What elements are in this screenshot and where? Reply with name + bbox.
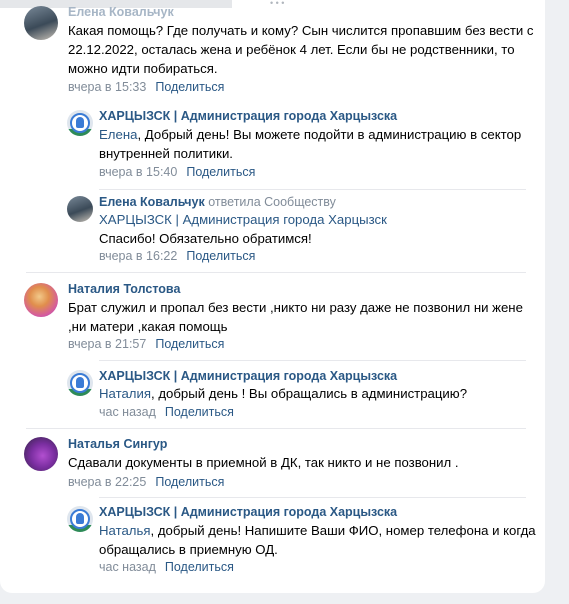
reply-mention-line: ХАРЦЫЗСК | Администрация города Харцызск [99, 210, 387, 229]
admin-logo-avatar[interactable] [67, 506, 93, 532]
reply-text-line: обращались в приемную ОД. [99, 542, 278, 557]
divider [26, 428, 526, 429]
share-link[interactable]: Поделиться [155, 80, 224, 94]
share-link[interactable]: Поделиться [155, 475, 224, 489]
comment-meta: вчера в 21:57 Поделиться [68, 337, 224, 351]
comment-time[interactable]: вчера в 22:25 [68, 475, 146, 489]
reply-author-admin[interactable]: ХАРЦЫЗСК | Администрация города Харцызск… [99, 369, 397, 383]
comment-text-line: Сдавали документы в приемной в ДК, так н… [68, 455, 459, 470]
reply-meta: час назад Поделиться [99, 560, 234, 574]
admin-logo-avatar[interactable] [67, 370, 93, 396]
comment-text-line: 22.12.2022, осталась жена и ребёнок 4 ле… [68, 42, 515, 57]
mention-link[interactable]: Наталья [99, 523, 151, 538]
comment-time[interactable]: вчера в 21:57 [68, 337, 146, 351]
comment-author[interactable]: Наталья Сингур [68, 437, 167, 451]
share-link[interactable]: Поделиться [186, 165, 255, 179]
comment-text-line: ,ни матери ,какая помощь [68, 319, 228, 334]
reply-text-line: Спасибо! Обязательно обратимся! [99, 231, 312, 246]
mention-link[interactable]: Елена [99, 127, 137, 142]
admin-logo-avatar[interactable] [67, 110, 93, 136]
divider [99, 189, 526, 190]
top-dots: • • • [270, 0, 285, 8]
reply-author-admin[interactable]: ХАРЦЫЗСК | Администрация города Харцызск… [99, 505, 397, 519]
share-link[interactable]: Поделиться [165, 560, 234, 574]
comment-text-line: можно идти побираться. [68, 61, 218, 76]
reply-text-line: Наталья, добрый день! Напишите Ваши ФИО,… [99, 523, 536, 538]
divider [99, 360, 526, 361]
comment-text-line: Брат служил и пропал без вести ,никто ни… [68, 300, 523, 315]
comment-time[interactable]: вчера в 15:33 [68, 80, 146, 94]
reply-time[interactable]: вчера в 16:22 [99, 249, 177, 263]
comment-meta: вчера в 22:25 Поделиться [68, 475, 224, 489]
comment-author[interactable]: Наталия Толстова [68, 282, 180, 296]
divider [99, 497, 526, 498]
avatar-elena-top[interactable] [24, 6, 58, 40]
divider [26, 272, 526, 273]
mention-link[interactable]: ХАРЦЫЗСК | Администрация города Харцызск [99, 212, 387, 227]
share-link[interactable]: Поделиться [186, 249, 255, 263]
comment-text-line: Какая помощь? Где получать и кому? Сын ч… [68, 23, 534, 38]
mention-link[interactable]: Наталия [99, 386, 151, 401]
reply-meta: вчера в 15:40 Поделиться [99, 165, 255, 179]
reply-text-line: Елена, Добрый день! Вы можете подойти в … [99, 127, 522, 142]
reply-time[interactable]: час назад [99, 560, 156, 574]
reply-text-line: внутренней политики. [99, 146, 233, 161]
reply-author-admin[interactable]: ХАРЦЫЗСК | Администрация города Харцызск… [99, 109, 397, 123]
comment-author-cut[interactable]: Елена Ковальчук [68, 5, 174, 19]
share-link[interactable]: Поделиться [155, 337, 224, 351]
comment-meta: вчера в 15:33 Поделиться [68, 80, 224, 94]
avatar-elena[interactable] [67, 196, 93, 222]
reply-time[interactable]: вчера в 15:40 [99, 165, 177, 179]
reply-meta: вчера в 16:22 Поделиться [99, 249, 255, 263]
comments-card: • • • Елена Ковальчук Какая помощь? Где … [0, 0, 545, 593]
reply-author: Елена Ковальчук ответила Сообществу [99, 195, 336, 209]
reply-meta: час назад Поделиться [99, 405, 234, 419]
share-link[interactable]: Поделиться [165, 405, 234, 419]
avatar-natalia-tolstova[interactable] [24, 283, 58, 317]
reply-text-line: Наталия, добрый день ! Вы обращались в а… [99, 386, 468, 401]
reply-time[interactable]: час назад [99, 405, 156, 419]
avatar-natalya-singur[interactable] [24, 437, 58, 471]
